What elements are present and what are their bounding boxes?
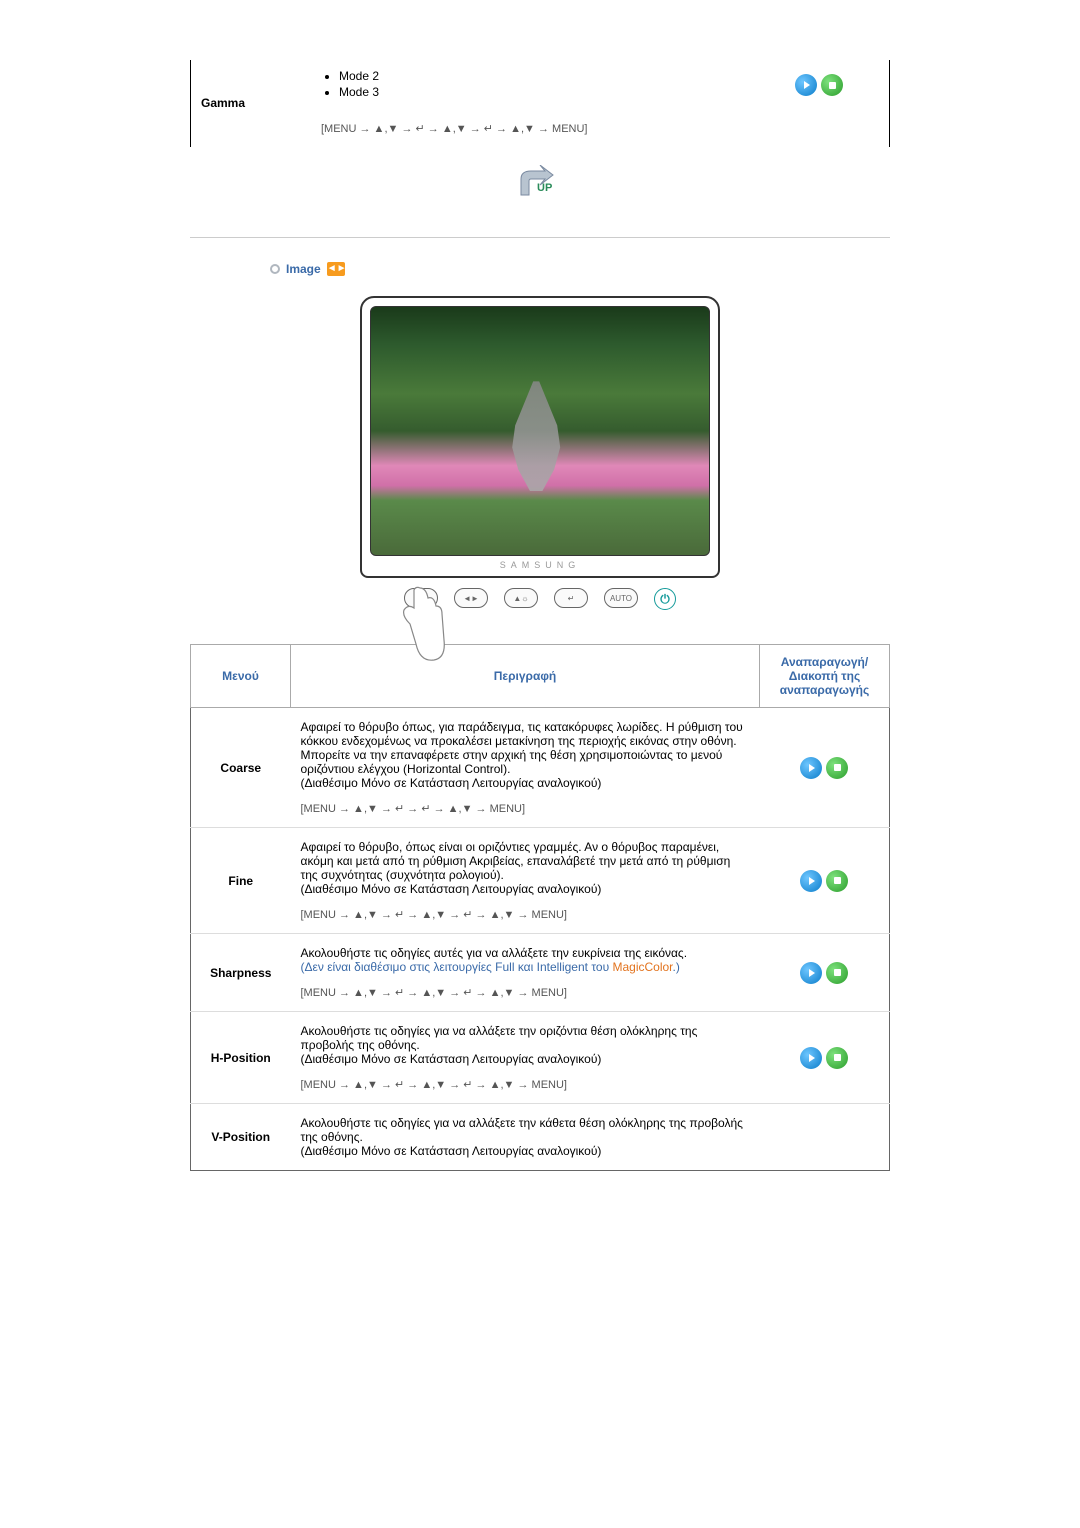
monitor-enter-button[interactable]: ↵ [554, 588, 588, 608]
table-row: Sharpness Ακολουθήστε τις οδηγίες αυτές … [191, 934, 890, 1012]
gamma-menu-path: [MENU → ▲,▼ → ↵ → ▲,▼ → ↵ → ▲,▼ → MENU] [321, 122, 759, 135]
row-sharpness-magiccolor-link[interactable]: MagicColor [612, 960, 672, 974]
table-row: Coarse Αφαιρεί το θόρυβο όπως, για παράδ… [191, 708, 890, 828]
play-icon[interactable] [800, 1047, 822, 1069]
row-fine-desc: Αφαιρεί το θόρυβο, όπως είναι οι οριζόντ… [301, 840, 731, 882]
row-fine-note: (Διαθέσιμο Μόνο σε Κατάσταση Λειτουργίας… [301, 882, 602, 896]
play-icon[interactable] [795, 74, 817, 96]
svg-text:UP: UP [537, 182, 552, 194]
row-hposition-note: (Διαθέσιμο Μόνο σε Κατάσταση Λειτουργίας… [301, 1052, 602, 1066]
stop-icon[interactable] [826, 962, 848, 984]
row-fine-menu: Fine [191, 828, 291, 934]
row-sharpness-path: [MENU → ▲,▼ → ↵ → ▲,▼ → ↵ → ▲,▼ → MENU] [301, 986, 750, 999]
play-icon[interactable] [800, 757, 822, 779]
col-menu-header: Μενού [191, 645, 291, 708]
row-coarse-desc: Αφαιρεί το θόρυβο όπως, για παράδειγμα, … [301, 720, 743, 776]
table-row: V-Position Ακολουθήστε τις οδηγίες για ν… [191, 1104, 890, 1171]
monitor-power-button[interactable]: ⏻ [654, 588, 676, 610]
row-sharpness-extra-prefix: (Δεν είναι διαθέσιμο στις λειτουργίες Fu… [301, 960, 613, 974]
row-hposition-menu: H-Position [191, 1012, 291, 1104]
monitor-brightness-button[interactable]: ▲☼ [504, 588, 538, 608]
stop-icon[interactable] [826, 870, 848, 892]
monitor-brand-label: SAMSUNG [370, 556, 710, 572]
divider [190, 237, 890, 238]
row-hposition-path: [MENU → ▲,▼ → ↵ → ▲,▼ → ↵ → ▲,▼ → MENU] [301, 1078, 750, 1091]
monitor-illustration: SAMSUNG ▭ ◄► ▲☼ ↵ AUTO ⏻ [360, 296, 720, 614]
table-row: Fine Αφαιρεί το θόρυβο, όπως είναι οι ορ… [191, 828, 890, 934]
play-icon[interactable] [800, 870, 822, 892]
col-desc-header: Περιγραφή [291, 645, 760, 708]
section-title: Image [286, 262, 321, 276]
row-vposition-menu: V-Position [191, 1104, 291, 1171]
gamma-mode-list: Mode 2 Mode 3 [321, 68, 759, 100]
row-vposition-note: (Διαθέσιμο Μόνο σε Κατάσταση Λειτουργίας… [301, 1144, 602, 1158]
gamma-mode-3: Mode 3 [339, 84, 759, 100]
play-icon[interactable] [800, 962, 822, 984]
row-sharpness-extra-suffix: .) [673, 960, 680, 974]
gamma-label: Gamma [201, 68, 301, 110]
col-play-header: Αναπαραγωγή/Διακοπή της αναπαραγωγής [760, 645, 890, 708]
up-button[interactable]: UP [517, 165, 563, 199]
gamma-mode-2: Mode 2 [339, 68, 759, 84]
row-hposition-desc: Ακολουθήστε τις οδηγίες για να αλλάξετε … [301, 1024, 698, 1052]
row-coarse-menu: Coarse [191, 708, 291, 828]
section-bullet-icon [270, 264, 280, 274]
hand-pointer-icon [396, 584, 456, 664]
row-sharpness-menu: Sharpness [191, 934, 291, 1012]
stop-icon[interactable] [826, 757, 848, 779]
stop-icon[interactable] [821, 74, 843, 96]
stop-icon[interactable] [826, 1047, 848, 1069]
monitor-adjust-button[interactable]: ◄► [454, 588, 488, 608]
monitor-auto-button[interactable]: AUTO [604, 588, 638, 608]
row-coarse-path: [MENU → ▲,▼ → ↵ → ↵ → ▲,▼ → MENU] [301, 802, 750, 815]
monitor-screen-image [370, 306, 710, 556]
table-row: H-Position Ακολουθήστε τις οδηγίες για ν… [191, 1012, 890, 1104]
row-vposition-desc: Ακολουθήστε τις οδηγίες για να αλλάξετε … [301, 1116, 743, 1144]
row-fine-path: [MENU → ▲,▼ → ↵ → ▲,▼ → ↵ → ▲,▼ → MENU] [301, 908, 750, 921]
row-sharpness-desc: Ακολουθήστε τις οδηγίες αυτές για να αλλ… [301, 946, 688, 960]
row-coarse-note: (Διαθέσιμο Μόνο σε Κατάσταση Λειτουργίας… [301, 776, 602, 790]
image-settings-table: Μενού Περιγραφή Αναπαραγωγή/Διακοπή της … [190, 644, 890, 1171]
image-section-icon [327, 262, 345, 276]
